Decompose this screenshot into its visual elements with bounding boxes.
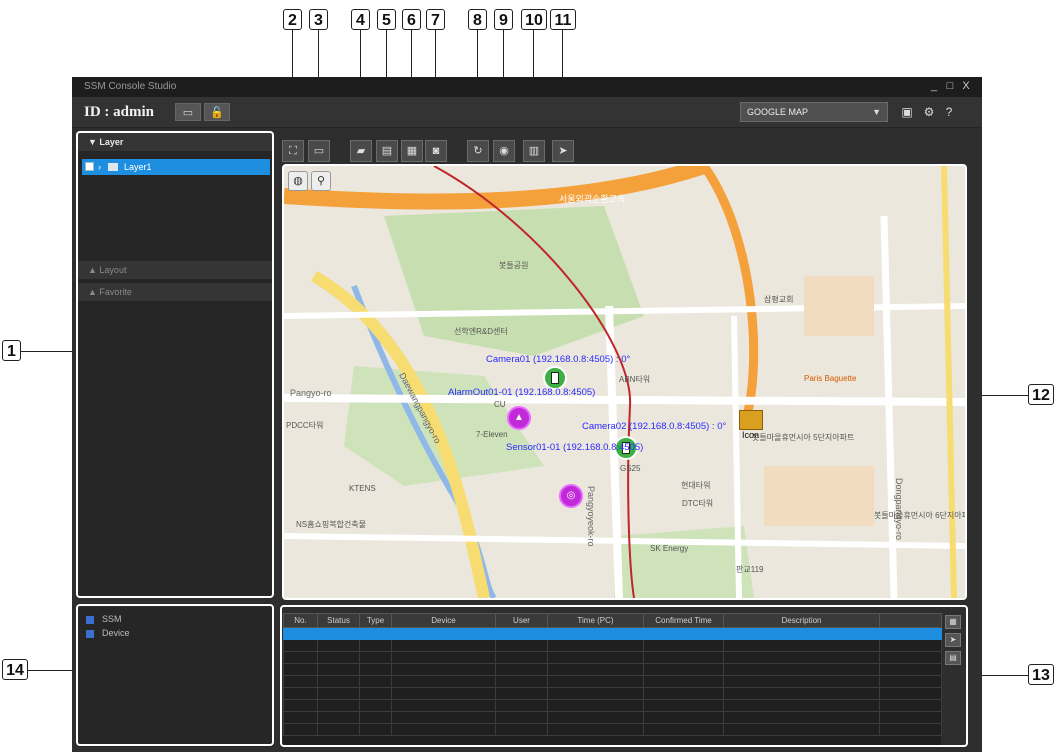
app-title: SSM Console Studio [84,81,177,92]
help-icon[interactable]: ? [940,103,958,121]
callout-box-1 [76,131,274,598]
select-icon: ▰ [356,145,366,157]
close-button[interactable]: X [960,80,972,93]
id-bar: ID : admin ▭ 🔓 GOOGLE MAP ▼ ▣ ⚙ ? [72,97,982,128]
fit-icon: ⛶ [289,145,297,157]
ruler-icon: ▤ [381,145,393,157]
callout-line-14 [28,670,76,671]
export-button[interactable]: ➤ [552,140,574,162]
select-button[interactable]: ▰ [350,140,372,162]
callout-6: 6 [402,9,421,30]
fit-button[interactable]: ⛶ [282,140,304,162]
callout-4: 4 [351,9,370,30]
callout-13: 13 [1028,664,1054,685]
callout-14: 14 [2,659,28,680]
gear-icon[interactable]: ⚙ [920,103,938,121]
callout-7: 7 [426,9,445,30]
callout-box-14 [76,604,274,746]
folder-icon: ▭ [182,107,194,119]
callout-3: 3 [309,9,328,30]
callout-box-13 [280,605,968,747]
map-type-value: GOOGLE MAP [747,107,809,117]
camera-icon: ◉ [499,145,509,157]
ruler-button[interactable]: ▤ [376,140,398,162]
folder-button[interactable]: ▭ [175,103,201,121]
camera-button[interactable]: ◉ [493,140,515,162]
window-icon: ▭ [313,145,325,157]
map-type-select[interactable]: GOOGLE MAP ▼ [740,102,888,122]
lock-button[interactable]: 🔓 [204,103,230,121]
device-icon: ▦ [406,145,418,157]
callout-12: 12 [1028,384,1054,405]
lock-icon: ◙ [432,145,440,157]
callout-2: 2 [283,9,302,30]
device-button[interactable]: ▦ [401,140,423,162]
minimize-button[interactable]: _ [928,80,940,93]
lock-icon: 🔓 [210,107,224,119]
refresh-icon: ↻ [473,145,483,157]
callout-10: 10 [521,9,547,30]
save-icon[interactable]: ▣ [898,103,916,121]
map-toolbar: ⛶ ▭ ▰ ▤ ▦ ◙ ↻ ◉ ▥ ➤ [282,140,582,164]
lock-button[interactable]: ◙ [425,140,447,162]
callout-5: 5 [377,9,396,30]
callout-1: 1 [2,340,21,361]
chevron-down-icon: ▼ [872,107,881,117]
callout-line-1 [21,351,76,352]
maximize-button[interactable]: □ [944,80,956,93]
refresh-button[interactable]: ↻ [467,140,489,162]
export-icon: ➤ [558,145,568,157]
window-button[interactable]: ▭ [308,140,330,162]
callout-9: 9 [494,9,513,30]
print-icon: ▥ [528,145,540,157]
user-id-label: ID : admin [84,104,155,120]
title-bar: SSM Console Studio _ □ X [72,77,982,97]
callout-11: 11 [550,9,576,30]
callout-8: 8 [468,9,487,30]
callout-box-12 [282,164,967,600]
print-button[interactable]: ▥ [523,140,545,162]
